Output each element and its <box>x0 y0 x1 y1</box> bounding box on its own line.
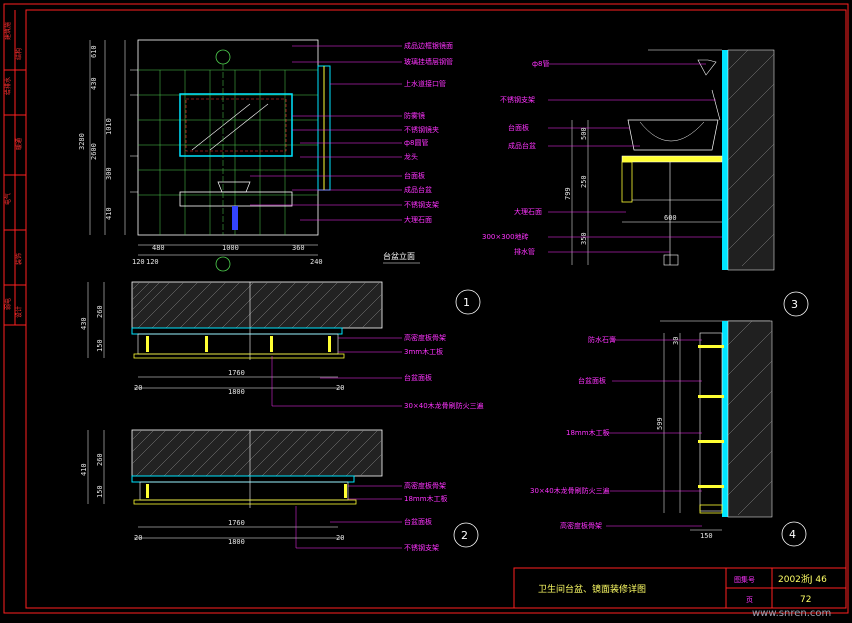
dim-text: 120 <box>132 258 145 266</box>
dim-text: 410 <box>80 463 88 476</box>
sidebar-item: 给排水 <box>4 77 12 95</box>
dim-text: 430 <box>80 317 88 330</box>
elevation-label: 成品边框银镜面 <box>404 41 453 50</box>
section3-label: ф8管 <box>532 59 549 68</box>
dim-text: 250 <box>580 175 588 188</box>
sidebar: 建筑施 结构 给排水 暖通 电气 装饰 弱电 设计 <box>4 10 26 326</box>
plan2-label: 不锈钢支架 <box>404 543 439 552</box>
dim-text: 150 <box>700 532 713 540</box>
elevation-label: 龙头 <box>404 152 418 161</box>
section-4-drawing <box>606 320 807 547</box>
section4-label: 高密度板骨架 <box>560 521 602 530</box>
plan2-label: 高密度板骨架 <box>404 481 446 490</box>
section3-label: 台面板 <box>508 123 529 132</box>
section4-label: 30×40木龙骨刷防火三遍 <box>530 486 610 495</box>
drawing-no: 2002浙J 46 <box>778 573 827 585</box>
page-label: 页 <box>746 596 753 604</box>
elevation-label: 台面板 <box>404 171 425 180</box>
dim-text: 360 <box>292 244 305 252</box>
sidebar-item: 建筑施 <box>4 22 12 40</box>
dim-text: 1800 <box>228 388 245 396</box>
sidebar-item: 电气 <box>4 193 12 205</box>
elevation-label: 不锈钢镜夹 <box>404 125 439 134</box>
sidebar-item: 装饰 <box>15 253 23 265</box>
dim-text: 500 <box>580 127 588 140</box>
sidebar-item: 暖通 <box>15 138 23 150</box>
dim-text: 2600 <box>90 143 98 160</box>
dim-text: 260 <box>96 453 104 466</box>
dim-text: 600 <box>664 214 677 222</box>
dim-text: 3280 <box>78 133 86 150</box>
dim-text: 240 <box>310 258 323 266</box>
dim-text: 350 <box>580 232 588 245</box>
dim-text: 20 <box>134 534 142 542</box>
dim-text: 610 <box>90 45 98 58</box>
section3-label: 300×300地砖 <box>482 232 529 241</box>
dim-text: 1000 <box>222 244 239 252</box>
dim-text: 20 <box>134 384 142 392</box>
elevation-drawing <box>89 39 402 272</box>
dim-text: 150 <box>96 339 104 352</box>
elevation-label: 玻璃挂墙层钢管 <box>404 57 453 66</box>
section3-label: 大理石面 <box>514 207 542 216</box>
elevation-label: 不锈钢支架 <box>404 200 439 209</box>
sidebar-item: 设计 <box>15 306 23 318</box>
dim-text: 150 <box>96 485 104 498</box>
elevation-label: 成品台盆 <box>404 185 432 194</box>
dim-text: 120 <box>146 258 159 266</box>
section3-label: 成品台盆 <box>508 141 536 150</box>
section4-label: 18mm木工板 <box>566 428 610 437</box>
elevation-label: 防雾镜 <box>404 111 425 120</box>
sidebar-item: 结构 <box>15 48 23 60</box>
section3-label: 不锈钢支架 <box>500 95 535 104</box>
plan2-label: 18mm木工板 <box>404 494 448 503</box>
elevation-label: ф8圆管 <box>404 138 428 147</box>
dim-text: 799 <box>564 187 572 200</box>
section3-label: 排水管 <box>514 247 535 256</box>
plan2-label: 台盆面板 <box>404 517 432 526</box>
elevation-label: 上水道接口管 <box>404 79 446 88</box>
title-block-title: 卫生间台盆、镜面装修详图 <box>538 583 646 595</box>
dim-text: 599 <box>656 417 664 430</box>
section4-label: 台盆面板 <box>578 376 606 385</box>
dim-text: 1760 <box>228 369 245 377</box>
view-number: 4 <box>789 528 796 541</box>
plan1-label: 台盆面板 <box>404 373 432 382</box>
dim-text: 20 <box>336 384 344 392</box>
dim-text: 300 <box>105 167 113 180</box>
plan1-label: 30×40木龙骨刷防火三遍 <box>404 401 484 410</box>
elevation-title: 台盆立面 <box>383 251 415 261</box>
view-number: 2 <box>461 529 468 542</box>
plan-1-drawing <box>87 281 481 407</box>
dim-text: 1010 <box>105 118 113 135</box>
watermark: www.snren.com <box>752 608 831 619</box>
dim-text: 410 <box>105 207 113 220</box>
section4-label: 防水石膏 <box>588 335 616 344</box>
page-number: 72 <box>800 595 811 605</box>
sidebar-item: 弱电 <box>4 298 12 310</box>
dim-text: 480 <box>152 244 165 252</box>
elevation-label: 大理石面 <box>404 215 432 224</box>
plan1-label: 高密度板骨架 <box>404 333 446 342</box>
drawing-canvas: 建筑施 结构 给排水 暖通 电气 装饰 弱电 设计 成品边框银镜面 玻璃挂墙层钢… <box>3 3 849 619</box>
drawing-no-label: 图集号 <box>734 575 755 584</box>
plan1-label: 3mm木工板 <box>404 347 443 356</box>
view-number: 3 <box>791 298 798 311</box>
dim-text: 1760 <box>228 519 245 527</box>
dim-text: 30 <box>672 337 680 345</box>
dim-text: 260 <box>96 305 104 318</box>
dim-text: 20 <box>336 534 344 542</box>
dim-text: 1800 <box>228 538 245 546</box>
view-number: 1 <box>463 296 470 309</box>
dim-text: 430 <box>90 77 98 90</box>
